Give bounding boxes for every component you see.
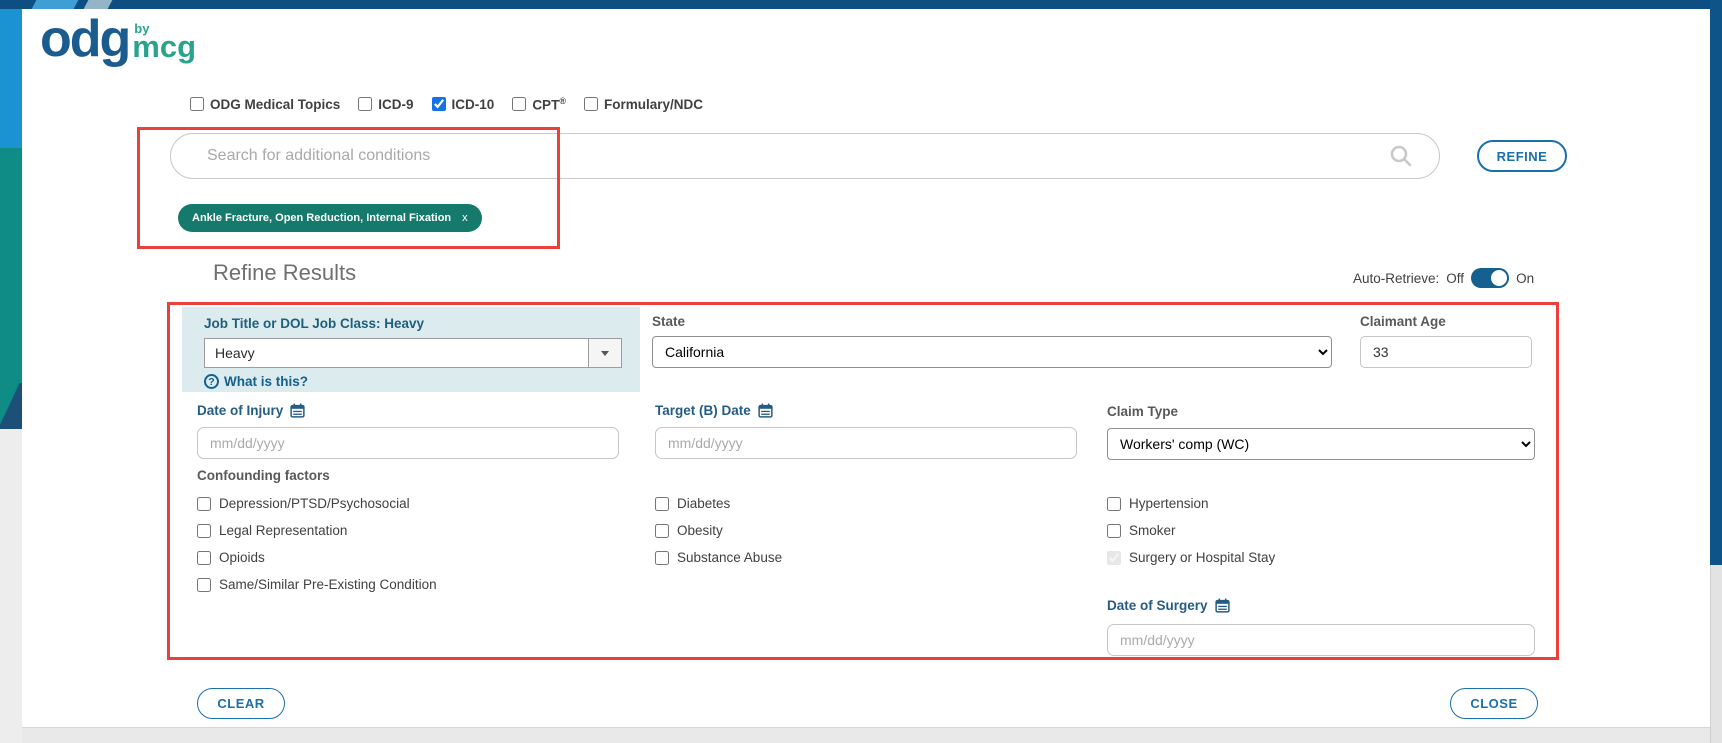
opioids-checkbox[interactable] bbox=[197, 551, 211, 565]
cpt-checkbox[interactable] bbox=[512, 97, 526, 111]
filter-label: ODG Medical Topics bbox=[210, 97, 340, 112]
left-strip-teal-segment bbox=[0, 148, 22, 383]
factor-same-similar-pre-existing[interactable]: Same/Similar Pre-Existing Condition bbox=[197, 577, 437, 592]
date-of-injury-label: Date of Injury bbox=[197, 403, 305, 418]
factor-hypertension[interactable]: Hypertension bbox=[1107, 496, 1209, 511]
depression-checkbox[interactable] bbox=[197, 497, 211, 511]
clear-button[interactable]: CLEAR bbox=[197, 688, 285, 719]
right-strip-gray-segment bbox=[1710, 565, 1722, 743]
legal-representation-checkbox[interactable] bbox=[197, 524, 211, 538]
substance-abuse-checkbox[interactable] bbox=[655, 551, 669, 565]
date-of-surgery-label: Date of Surgery bbox=[1107, 598, 1230, 613]
odg-by-mcg-logo: odg by mcg bbox=[40, 18, 196, 61]
content-type-filter-row: ODG Medical Topics ICD-9 ICD-10 CPT® For… bbox=[190, 96, 703, 113]
top-brand-bar bbox=[0, 0, 1722, 9]
factor-legal-representation[interactable]: Legal Representation bbox=[197, 523, 347, 538]
filter-label: CPT® bbox=[532, 96, 566, 113]
filter-formulary-ndc[interactable]: Formulary/NDC bbox=[584, 97, 703, 112]
logo-odg-text: odg bbox=[40, 18, 129, 61]
factor-obesity[interactable]: Obesity bbox=[655, 523, 723, 538]
target-date-input[interactable] bbox=[655, 427, 1077, 459]
toggle-knob bbox=[1491, 270, 1507, 286]
odg-refine-screen: odg by mcg ODG Medical Topics ICD-9 ICD-… bbox=[0, 0, 1722, 743]
smoker-checkbox[interactable] bbox=[1107, 524, 1121, 538]
claim-type-label: Claim Type bbox=[1107, 404, 1178, 419]
icd-9-checkbox[interactable] bbox=[358, 97, 372, 111]
factor-depression-ptsd-psychosocial[interactable]: Depression/PTSD/Psychosocial bbox=[197, 496, 410, 511]
surgery-hospital-stay-checkbox bbox=[1107, 551, 1121, 565]
top-bar-accent-shape bbox=[32, 0, 79, 9]
top-bar-accent-shape bbox=[84, 0, 113, 9]
job-class-label: Job Title or DOL Job Class: Heavy bbox=[204, 316, 640, 331]
factor-substance-abuse[interactable]: Substance Abuse bbox=[655, 550, 782, 565]
confounding-factors-label: Confounding factors bbox=[197, 468, 330, 483]
obesity-checkbox[interactable] bbox=[655, 524, 669, 538]
remove-condition-icon[interactable]: x bbox=[462, 212, 468, 224]
pre-existing-condition-checkbox[interactable] bbox=[197, 578, 211, 592]
auto-retrieve-on-label: On bbox=[1516, 271, 1534, 286]
calendar-icon[interactable] bbox=[1215, 598, 1230, 613]
bottom-page-edge bbox=[22, 727, 1710, 743]
auto-retrieve-toggle[interactable] bbox=[1471, 268, 1509, 288]
filter-odg-medical-topics[interactable]: ODG Medical Topics bbox=[190, 97, 340, 112]
calendar-icon[interactable] bbox=[290, 403, 305, 418]
auto-retrieve-control: Auto-Retrieve: Off On bbox=[1353, 268, 1534, 288]
icd-10-checkbox[interactable] bbox=[432, 97, 446, 111]
factor-smoker[interactable]: Smoker bbox=[1107, 523, 1176, 538]
registered-trademark-symbol: ® bbox=[559, 96, 566, 106]
formulary-ndc-checkbox[interactable] bbox=[584, 97, 598, 111]
filter-icd-9[interactable]: ICD-9 bbox=[358, 97, 413, 112]
condition-search-input[interactable] bbox=[171, 147, 1389, 165]
caret-down-icon bbox=[601, 351, 609, 356]
condition-tag-label: Ankle Fracture, Open Reduction, Internal… bbox=[192, 212, 451, 224]
refine-button[interactable]: REFINE bbox=[1477, 140, 1567, 172]
hypertension-checkbox[interactable] bbox=[1107, 497, 1121, 511]
condition-search-bar bbox=[170, 133, 1440, 179]
calendar-icon[interactable] bbox=[758, 403, 773, 418]
search-icon[interactable] bbox=[1389, 144, 1413, 168]
left-strip-navy-wedge bbox=[0, 383, 22, 429]
left-strip-gray-segment bbox=[0, 429, 22, 743]
job-class-combobox[interactable]: Heavy bbox=[204, 338, 622, 368]
diabetes-checkbox[interactable] bbox=[655, 497, 669, 511]
date-of-injury-input[interactable] bbox=[197, 427, 619, 459]
date-of-surgery-input[interactable] bbox=[1107, 624, 1535, 656]
auto-retrieve-off-label: Off bbox=[1446, 271, 1464, 286]
odg-medical-topics-checkbox[interactable] bbox=[190, 97, 204, 111]
left-strip-blue-segment bbox=[0, 9, 22, 148]
job-class-dropdown-button[interactable] bbox=[588, 339, 621, 367]
filter-label: Formulary/NDC bbox=[604, 97, 703, 112]
refine-results-title: Refine Results bbox=[213, 260, 356, 286]
claimant-age-input[interactable] bbox=[1360, 336, 1532, 368]
what-is-this-label: What is this? bbox=[224, 374, 308, 389]
factor-opioids[interactable]: Opioids bbox=[197, 550, 265, 565]
job-class-value[interactable]: Heavy bbox=[205, 339, 588, 367]
question-circle-icon: ? bbox=[204, 374, 219, 389]
what-is-this-link[interactable]: ? What is this? bbox=[204, 374, 640, 389]
state-select[interactable]: California bbox=[652, 336, 1332, 368]
filter-label: ICD-10 bbox=[452, 97, 495, 112]
logo-mcg-text: mcg bbox=[132, 33, 196, 61]
claimant-age-label: Claimant Age bbox=[1360, 314, 1446, 329]
claim-type-select[interactable]: Workers' comp (WC) bbox=[1107, 428, 1535, 460]
auto-retrieve-label: Auto-Retrieve: bbox=[1353, 271, 1439, 286]
filter-icd-10[interactable]: ICD-10 bbox=[432, 97, 495, 112]
left-brand-strip bbox=[0, 9, 22, 743]
factor-surgery-or-hospital-stay[interactable]: Surgery or Hospital Stay bbox=[1107, 550, 1275, 565]
right-brand-strip bbox=[1710, 0, 1722, 743]
target-date-label: Target (B) Date bbox=[655, 403, 773, 418]
filter-label: ICD-9 bbox=[378, 97, 413, 112]
factor-diabetes[interactable]: Diabetes bbox=[655, 496, 730, 511]
filter-cpt[interactable]: CPT® bbox=[512, 96, 566, 113]
job-class-panel: Job Title or DOL Job Class: Heavy Heavy … bbox=[182, 307, 640, 392]
selected-condition-tag[interactable]: Ankle Fracture, Open Reduction, Internal… bbox=[178, 204, 482, 232]
close-button[interactable]: CLOSE bbox=[1450, 688, 1538, 719]
state-label: State bbox=[652, 314, 685, 329]
right-strip-blue-segment bbox=[1710, 0, 1722, 565]
